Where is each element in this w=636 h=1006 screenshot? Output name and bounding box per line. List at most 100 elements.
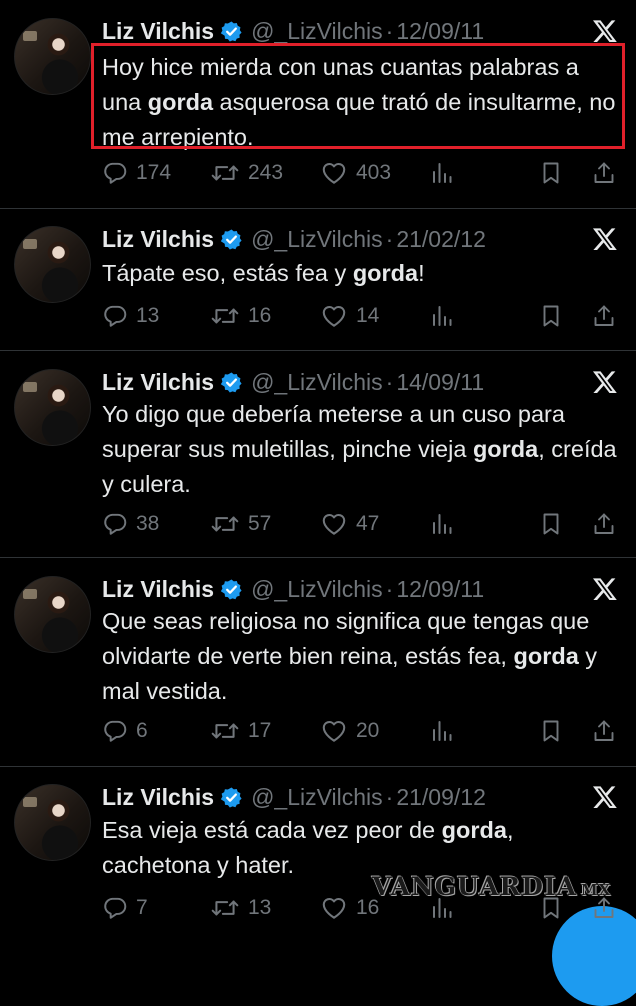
reply-count: 13 [136,304,160,327]
separator-dot: · [385,575,394,602]
retweet-button[interactable]: 243 [210,158,283,188]
author-handle[interactable]: @_LizVilchis [251,784,383,811]
like-count: 14 [356,304,380,327]
author-name[interactable]: Liz Vilchis [102,784,214,811]
tweet-text-bold: gorda [513,643,579,669]
like-count: 403 [356,161,392,184]
reply-count: 7 [136,896,148,919]
bookmark-icon [539,303,563,329]
tweet-date[interactable]: 12/09/11 [396,18,484,45]
like-icon [320,511,348,537]
verified-badge-icon [220,371,243,394]
views-icon [430,160,454,186]
bookmark-button[interactable] [539,158,563,188]
tweet-divider [0,766,636,767]
reply-icon [102,895,128,921]
author-name[interactable]: Liz Vilchis [102,369,214,396]
bookmark-button[interactable] [539,509,563,539]
reply-icon [102,718,128,744]
tweet-actions: 13 16 14 [102,301,622,331]
author-name[interactable]: Liz Vilchis [102,226,214,253]
author-handle[interactable]: @_LizVilchis [251,576,383,603]
tweet-actions: 38 57 47 [102,509,622,539]
x-logo-icon[interactable] [592,18,618,44]
tweet-divider [0,350,636,351]
views-button[interactable] [430,893,454,923]
x-logo-icon[interactable] [592,369,618,395]
retweet-button[interactable]: 13 [210,893,271,923]
retweet-button[interactable]: 57 [210,509,271,539]
reply-button[interactable]: 6 [102,716,148,746]
reply-button[interactable]: 13 [102,301,159,331]
views-button[interactable] [430,509,454,539]
separator-dot: · [385,368,394,395]
tweet-date[interactable]: 14/09/11 [396,369,484,396]
share-icon [592,895,616,921]
share-button[interactable] [592,893,616,923]
author-handle[interactable]: @_LizVilchis [251,369,383,396]
x-logo-icon[interactable] [592,226,618,252]
tweet-header: Liz Vilchis @_LizVilchis · 21/09/12 [102,782,486,812]
views-icon [430,511,454,537]
author-handle[interactable]: @_LizVilchis [251,226,383,253]
like-count: 47 [356,512,380,535]
like-button[interactable]: 47 [320,509,379,539]
author-name[interactable]: Liz Vilchis [102,18,214,45]
tweet-text: Tápate eso, estás fea y gorda! [102,256,622,291]
reply-button[interactable]: 7 [102,893,148,923]
like-button[interactable]: 16 [320,893,379,923]
tweet-header: Liz Vilchis @_LizVilchis · 12/09/11 [102,16,484,46]
share-button[interactable] [592,716,616,746]
views-icon [430,718,454,744]
like-icon [320,718,348,744]
avatar[interactable] [14,226,91,303]
share-button[interactable] [592,158,616,188]
tweet-date[interactable]: 21/09/12 [396,784,486,811]
like-count: 20 [356,719,380,742]
verified-badge-icon [220,786,243,809]
like-icon [320,303,348,329]
tweet-header: Liz Vilchis @_LizVilchis · 14/09/11 [102,367,484,397]
avatar[interactable] [14,784,91,861]
avatar[interactable] [14,576,91,653]
tweet-date[interactable]: 21/02/12 [396,226,486,253]
bookmark-button[interactable] [539,716,563,746]
views-button[interactable] [430,301,454,331]
like-button[interactable]: 14 [320,301,379,331]
retweet-button[interactable]: 16 [210,301,271,331]
views-button[interactable] [430,158,454,188]
tweet-text-bold: gorda [352,260,419,286]
tweet-date[interactable]: 12/09/11 [396,576,484,603]
retweet-button[interactable]: 17 [210,716,271,746]
share-icon [592,303,616,329]
share-button[interactable] [592,509,616,539]
retweet-icon [210,160,240,186]
author-handle[interactable]: @_LizVilchis [251,18,383,45]
tweet-text-segment: Tápate eso, estás fea y [102,260,353,286]
separator-dot: · [385,225,394,252]
like-button[interactable]: 20 [320,716,379,746]
verified-badge-icon [220,20,243,43]
reply-button[interactable]: 38 [102,509,159,539]
tweet-actions: 6 17 20 [102,716,622,746]
bookmark-button[interactable] [539,893,563,923]
retweet-icon [210,303,240,329]
tweet-text-bold: gorda [472,436,539,462]
views-icon [430,303,454,329]
retweet-count: 243 [248,161,284,184]
like-button[interactable]: 403 [320,158,391,188]
tweet-text-bold: gorda [441,817,507,843]
x-logo-icon[interactable] [592,576,618,602]
retweet-icon [210,511,240,537]
share-button[interactable] [592,301,616,331]
views-button[interactable] [430,716,454,746]
bookmark-button[interactable] [539,301,563,331]
retweet-count: 17 [248,719,272,742]
tweet-header: Liz Vilchis @_LizVilchis · 12/09/11 [102,574,484,604]
avatar[interactable] [14,18,91,95]
x-logo-icon[interactable] [592,784,618,810]
author-name[interactable]: Liz Vilchis [102,576,214,603]
tweet-divider [0,208,636,209]
avatar[interactable] [14,369,91,446]
reply-button[interactable]: 174 [102,158,171,188]
